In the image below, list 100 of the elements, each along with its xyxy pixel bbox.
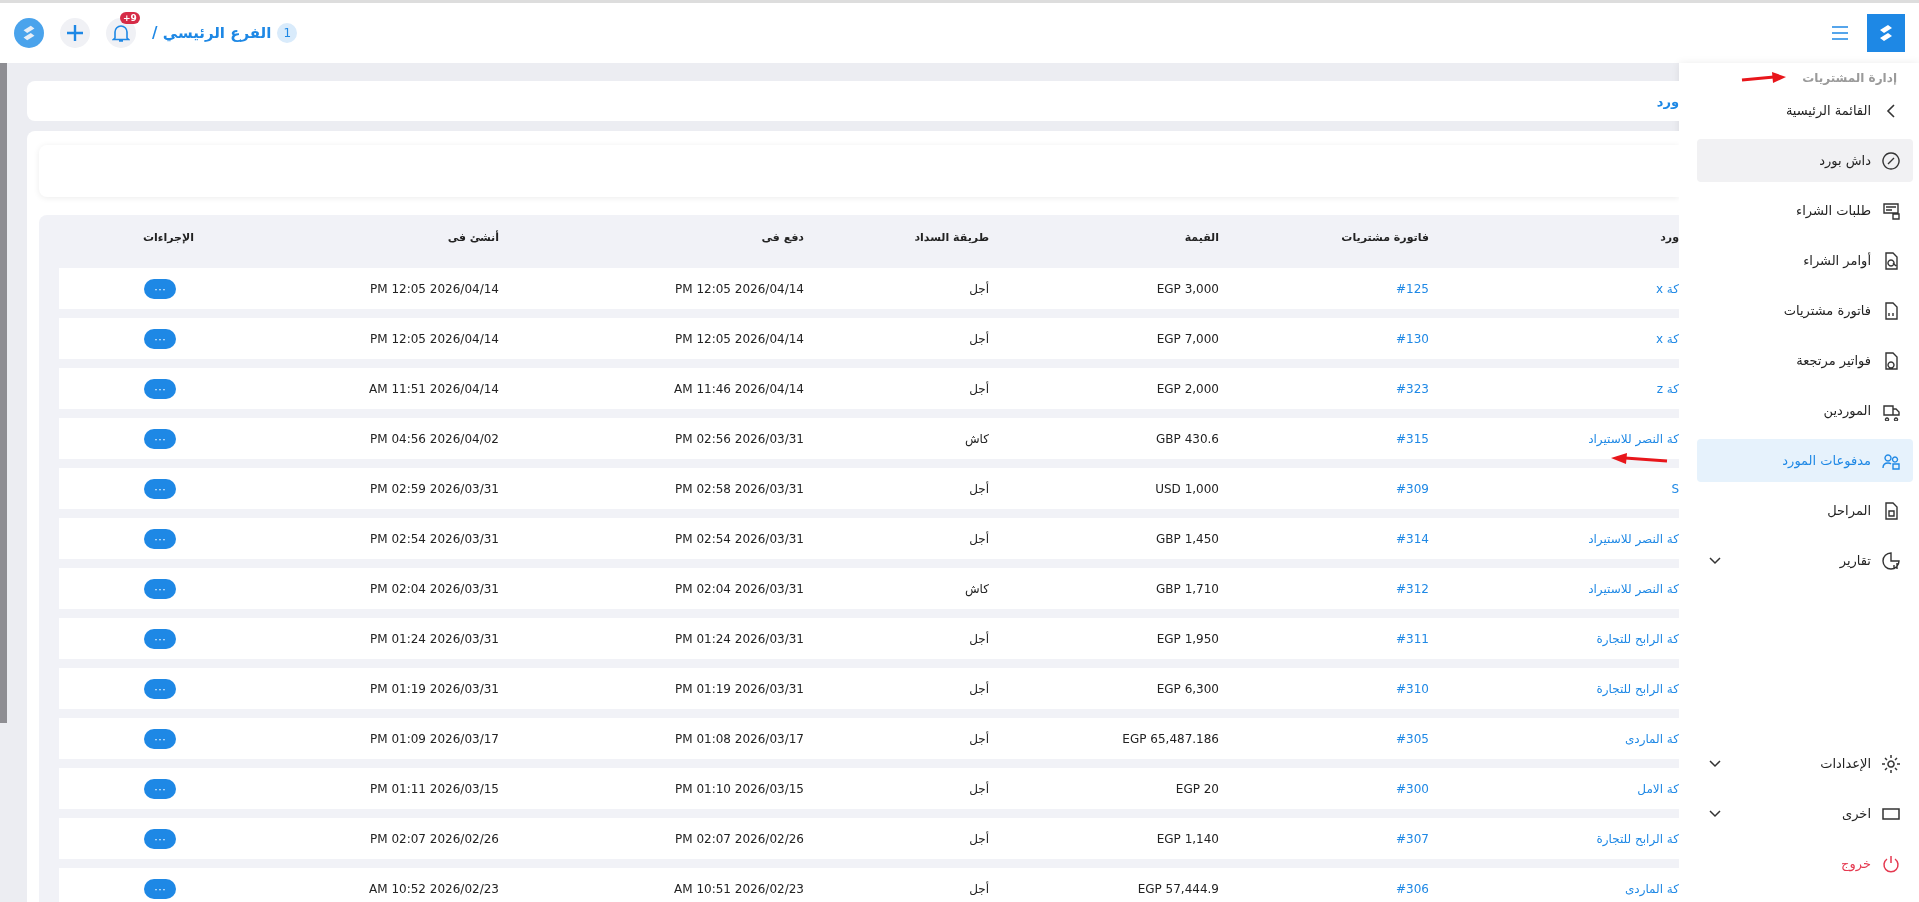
column-header: ورد bbox=[1659, 230, 1679, 244]
table-cell[interactable]: كة النصر للاستيراد bbox=[1429, 431, 1679, 446]
table-cell-text: USD 1,000 bbox=[1154, 481, 1219, 496]
table-cell-text: EGP 3,000 bbox=[1155, 281, 1219, 296]
sidebar-item[interactable]: فواتير مرتجعة bbox=[1697, 339, 1913, 382]
table-cell-text: 2026/03/31 02:54 PM bbox=[369, 531, 499, 546]
sidebar-item[interactable]: تقارير bbox=[1697, 539, 1913, 582]
sidebar-item[interactable]: داش بورد bbox=[1697, 139, 1913, 182]
table-cell-text: 2026/04/14 12:05 PM bbox=[674, 281, 804, 296]
table-cell-text: GBP 1,450 bbox=[1155, 531, 1219, 546]
sidebar-item[interactable]: الموردين bbox=[1697, 389, 1913, 432]
table-cell[interactable]: #307 bbox=[1219, 831, 1429, 846]
table-cell[interactable]: #314 bbox=[1219, 531, 1429, 546]
table-cell[interactable]: #309 bbox=[1219, 481, 1429, 496]
table-cell-text: 2026/03/31 02:56 PM bbox=[674, 431, 804, 446]
page-title: ورد bbox=[1656, 93, 1679, 109]
table-cell-text: 2026/04/14 12:05 PM bbox=[369, 331, 499, 346]
actions-button[interactable]: ··· bbox=[144, 828, 176, 849]
table-cell-text: 2026/03/17 01:09 PM bbox=[369, 731, 499, 746]
column-header: القيمة bbox=[1183, 230, 1219, 244]
table-cell-text: 2026/03/31 02:04 PM bbox=[369, 581, 499, 596]
actions-button[interactable]: ··· bbox=[144, 878, 176, 899]
table-cell-text: 2026/02/23 10:52 AM bbox=[368, 881, 499, 896]
table-cell-text: أجل bbox=[968, 381, 989, 396]
sidebar-item[interactable]: خروج bbox=[1697, 842, 1913, 885]
table-cell[interactable]: S bbox=[1429, 481, 1679, 496]
table-cell[interactable]: كة الامل bbox=[1429, 781, 1679, 796]
actions-button[interactable]: ··· bbox=[144, 378, 176, 399]
actions-button[interactable]: ··· bbox=[144, 628, 176, 649]
table-cell-text: 2026/03/31 02:59 PM bbox=[369, 481, 499, 496]
table-cell[interactable]: #323 bbox=[1219, 381, 1429, 396]
table-cell[interactable]: #130 bbox=[1219, 331, 1429, 346]
sidebar-item[interactable]: طلبات الشراء bbox=[1697, 189, 1913, 232]
table-cell[interactable]: #306 bbox=[1219, 881, 1429, 896]
column-header: طريقة السداد bbox=[913, 230, 989, 244]
table-cell[interactable]: #315 bbox=[1219, 431, 1429, 446]
actions-button[interactable]: ··· bbox=[144, 678, 176, 699]
notification-badge: +9 bbox=[120, 12, 140, 24]
actions-button[interactable]: ··· bbox=[144, 578, 176, 599]
table-cell-text: أجل bbox=[968, 881, 989, 896]
table-cell-text: كاش bbox=[963, 431, 989, 446]
sidebar-item[interactable]: المراحل bbox=[1697, 489, 1913, 532]
table-cell-text: أجل bbox=[968, 531, 989, 546]
table-cell-text: أجل bbox=[968, 731, 989, 746]
table-cell[interactable]: كة x bbox=[1429, 331, 1679, 346]
table-cell[interactable]: كة الماردى bbox=[1429, 731, 1679, 746]
table-cell[interactable]: #300 bbox=[1219, 781, 1429, 796]
table-cell[interactable]: كة الرابح للتجارة bbox=[1429, 631, 1679, 646]
table-cell-text: 2026/03/17 01:08 PM bbox=[674, 731, 804, 746]
column-header: دفع فى bbox=[760, 230, 804, 244]
actions-button[interactable]: ··· bbox=[144, 778, 176, 799]
table-cell[interactable]: كة z bbox=[1429, 381, 1679, 396]
table-cell-text: 2026/03/31 02:58 PM bbox=[674, 481, 804, 496]
table-cell-text: GBP 1,710 bbox=[1155, 581, 1219, 596]
table-cell-text: 2026/03/31 01:19 PM bbox=[674, 681, 804, 696]
table-cell-text: EGP 20 bbox=[1174, 781, 1219, 796]
branch-number: 1 bbox=[277, 23, 298, 43]
table-cell-text: كاش bbox=[963, 581, 989, 596]
table-cell-text: 2026/03/15 01:11 PM bbox=[369, 781, 499, 796]
table-cell[interactable]: كة الماردى bbox=[1429, 881, 1679, 896]
table-cell-text: أجل bbox=[968, 781, 989, 796]
table-cell[interactable]: #312 bbox=[1219, 581, 1429, 596]
table-cell-text: 2026/03/31 01:19 PM bbox=[369, 681, 499, 696]
table-cell[interactable]: كة الرابح للتجارة bbox=[1429, 831, 1679, 846]
table-cell[interactable]: كة x bbox=[1429, 281, 1679, 296]
table-cell-text: 2026/02/23 10:51 AM bbox=[673, 881, 804, 896]
table-cell-text: 2026/03/31 01:24 PM bbox=[369, 631, 499, 646]
actions-button[interactable]: ··· bbox=[144, 328, 176, 349]
table-cell[interactable]: #305 bbox=[1219, 731, 1429, 746]
table-cell-text: 2026/03/31 01:24 PM bbox=[674, 631, 804, 646]
table-cell-text: 2026/02/26 02:07 PM bbox=[674, 831, 804, 846]
table-cell-text: 2026/03/15 01:10 PM bbox=[674, 781, 804, 796]
actions-button[interactable]: ··· bbox=[144, 728, 176, 749]
table-cell-text: أجل bbox=[968, 831, 989, 846]
table-cell[interactable]: #125 bbox=[1219, 281, 1429, 296]
table-cell-text: أجل bbox=[968, 481, 989, 496]
table-cell-text: أجل bbox=[968, 631, 989, 646]
table-cell-text: EGP 7,000 bbox=[1155, 331, 1219, 346]
table-cell[interactable]: كة النصر للاستيراد bbox=[1429, 581, 1679, 596]
table-cell[interactable]: كة الرابح للتجارة bbox=[1429, 681, 1679, 696]
actions-button[interactable]: ··· bbox=[144, 428, 176, 449]
table-cell-text: 2026/04/14 12:05 PM bbox=[369, 281, 499, 296]
sidebar-item[interactable]: اخرى bbox=[1697, 792, 1913, 835]
actions-button[interactable]: ··· bbox=[144, 478, 176, 499]
table-cell-text: 2026/04/02 04:56 PM bbox=[369, 431, 499, 446]
column-header: الإجراءات bbox=[142, 230, 194, 244]
actions-button[interactable]: ··· bbox=[144, 528, 176, 549]
table-cell-text: EGP 6,300 bbox=[1155, 681, 1219, 696]
sidebar-item[interactable]: القائمة الرئيسية bbox=[1697, 89, 1913, 132]
table-cell-text: EGP 1,140 bbox=[1155, 831, 1219, 846]
actions-button[interactable]: ··· bbox=[144, 278, 176, 299]
table-cell[interactable]: #311 bbox=[1219, 631, 1429, 646]
sidebar-item[interactable]: الإعدادات bbox=[1697, 742, 1913, 785]
table-cell[interactable]: كة النصر للاستيراد bbox=[1429, 531, 1679, 546]
column-header: فاتورة مشتريات bbox=[1340, 230, 1429, 244]
table-cell[interactable]: #310 bbox=[1219, 681, 1429, 696]
table-cell-text: 2026/04/14 11:51 AM bbox=[368, 381, 499, 396]
sidebar-item[interactable]: أوامر الشراء bbox=[1697, 239, 1913, 282]
sidebar-item[interactable]: فاتورة مشتريات bbox=[1697, 289, 1913, 332]
breadcrumb[interactable]: الفرع الرئيسي / bbox=[152, 24, 272, 42]
